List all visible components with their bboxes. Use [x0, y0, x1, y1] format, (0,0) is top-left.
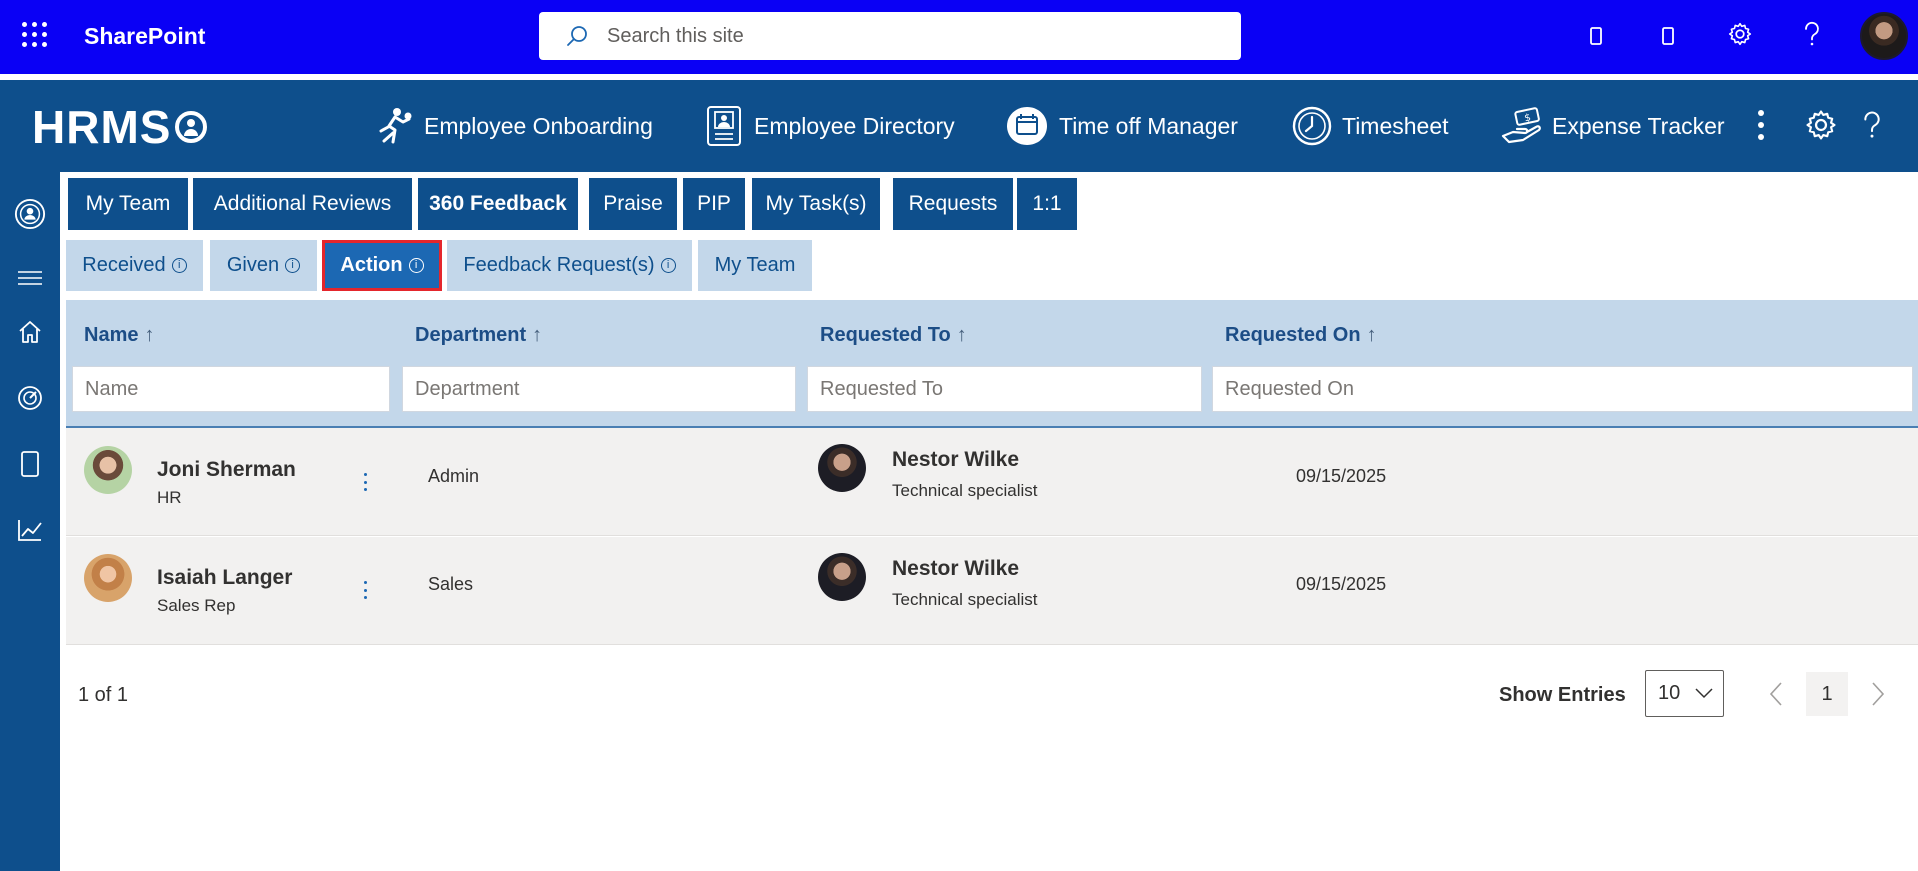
settings-gear-icon[interactable]	[1724, 18, 1756, 50]
app-settings-icon[interactable]	[1804, 108, 1838, 147]
nav-expense-tracker[interactable]: $ Expense Tracker	[1500, 104, 1725, 148]
info-icon[interactable]: i	[171, 258, 187, 273]
profile-icon[interactable]	[14, 198, 46, 230]
filter-department-input[interactable]	[402, 366, 796, 412]
subtab-my-team[interactable]: My Team	[698, 240, 812, 291]
device-icon[interactable]	[1580, 20, 1612, 52]
suite-bar: SharePoint	[0, 0, 1918, 74]
info-icon[interactable]: i	[285, 258, 301, 273]
column-header-department[interactable]: Department ↑	[415, 324, 542, 347]
employee-name[interactable]: Joni Sherman	[157, 458, 296, 482]
avatar	[818, 553, 866, 601]
avatar	[84, 554, 132, 602]
document-icon[interactable]	[14, 448, 46, 480]
avatar	[84, 446, 132, 494]
filter-requested-to-input[interactable]	[807, 366, 1202, 412]
info-icon[interactable]: i	[408, 258, 424, 273]
directory-icon	[707, 106, 741, 146]
next-page-button[interactable]	[1858, 672, 1898, 716]
sort-arrow-icon: ↑	[956, 324, 967, 346]
tab-my-team[interactable]: My Team	[68, 178, 188, 230]
subtab-given[interactable]: Given i	[210, 240, 317, 291]
clock-icon	[1292, 106, 1332, 146]
entries-per-page-select[interactable]: 10	[1645, 670, 1724, 717]
app-help-icon[interactable]	[1862, 110, 1882, 145]
left-rail	[0, 172, 60, 871]
nav-timesheet[interactable]: Timesheet	[1292, 104, 1449, 148]
page-number-button[interactable]: 1	[1806, 672, 1848, 716]
table-row[interactable]: Isaiah Langer Sales Rep Sales Nestor Wil…	[66, 537, 1918, 645]
sharepoint-title[interactable]: SharePoint	[84, 23, 205, 50]
tab-360-feedback[interactable]: 360 Feedback	[418, 178, 578, 230]
avatar	[818, 444, 866, 492]
search-input[interactable]	[607, 24, 1167, 48]
svg-text:$: $	[1523, 112, 1532, 124]
dashboard-gauge-icon[interactable]	[14, 382, 46, 414]
nav-employee-directory[interactable]: Employee Directory	[704, 104, 955, 148]
tab-my-tasks[interactable]: My Task(s)	[752, 178, 880, 230]
nav-time-off-manager[interactable]: Time off Manager	[1005, 104, 1238, 148]
calendar-icon	[1007, 107, 1047, 145]
sort-arrow-icon: ↑	[1366, 324, 1377, 346]
requested-to-title: Technical specialist	[892, 590, 1038, 609]
user-avatar[interactable]	[1860, 12, 1908, 60]
column-header-requested-to[interactable]: Requested To ↑	[820, 324, 967, 347]
table-row[interactable]: Joni Sherman HR Admin Nestor Wilke Techn…	[66, 428, 1918, 536]
column-header-requested-on[interactable]: Requested On ↑	[1225, 324, 1377, 347]
filter-requested-on-input[interactable]	[1212, 366, 1913, 412]
requested-on-cell: 09/15/2025	[1296, 466, 1387, 486]
employee-name[interactable]: Isaiah Langer	[157, 566, 292, 590]
onboarding-icon	[379, 108, 412, 144]
notebook-icon[interactable]	[1652, 20, 1684, 52]
tab-praise[interactable]: Praise	[589, 178, 677, 230]
employee-title: Sales Rep	[157, 596, 236, 615]
tab-requests[interactable]: Requests	[893, 178, 1013, 230]
menu-hamburger-icon[interactable]	[14, 262, 46, 294]
tab-pip[interactable]: PIP	[683, 178, 745, 230]
requested-on-cell: 09/15/2025	[1296, 574, 1387, 594]
subtab-received[interactable]: Received i	[66, 240, 203, 291]
requested-to-name[interactable]: Nestor Wilke	[892, 557, 1019, 581]
person-badge-icon	[175, 111, 208, 143]
site-search	[539, 12, 1241, 60]
app-launcher-icon[interactable]	[22, 22, 48, 48]
nav-employee-onboarding[interactable]: Employee Onboarding	[372, 104, 653, 148]
chevron-down-icon	[1695, 688, 1713, 699]
tab-additional-reviews[interactable]: Additional Reviews	[193, 178, 412, 230]
info-icon[interactable]: i	[660, 258, 676, 273]
expense-icon: $	[1501, 107, 1541, 144]
tab-one-on-one[interactable]: 1:1	[1017, 178, 1077, 230]
help-icon[interactable]	[1796, 18, 1828, 50]
employee-title: HR	[157, 488, 182, 507]
chevron-left-icon	[1769, 682, 1782, 706]
grid-header: Name ↑ Department ↑ Requested To ↑ Requeste…	[66, 300, 1918, 428]
more-options-icon[interactable]	[1756, 108, 1766, 147]
filter-name-input[interactable]	[72, 366, 390, 412]
subtab-action[interactable]: Action i	[322, 240, 442, 291]
requested-to-title: Technical specialist	[892, 481, 1038, 500]
requested-to-name[interactable]: Nestor Wilke	[892, 448, 1019, 472]
search-icon	[567, 26, 587, 46]
previous-page-button[interactable]	[1756, 672, 1796, 716]
home-icon[interactable]	[14, 316, 46, 348]
show-entries-label: Show Entries	[1499, 684, 1626, 706]
chevron-right-icon	[1872, 682, 1885, 706]
department-cell: Admin	[428, 466, 480, 486]
hrms-app-bar: HRMS Employee Onboarding Employee Direct…	[0, 80, 1918, 172]
department-cell: Sales	[428, 574, 474, 594]
row-actions-icon[interactable]	[358, 578, 372, 602]
sort-arrow-icon: ↑	[144, 324, 155, 346]
sort-arrow-icon: ↑	[532, 324, 543, 346]
column-header-name[interactable]: Name ↑	[84, 324, 154, 347]
row-actions-icon[interactable]	[358, 470, 372, 494]
analytics-chart-icon[interactable]	[14, 514, 46, 546]
hrms-logo[interactable]: HRMS	[32, 100, 208, 154]
subtab-feedback-requests[interactable]: Feedback Request(s) i	[447, 240, 692, 291]
page-info: 1 of 1	[78, 684, 129, 706]
